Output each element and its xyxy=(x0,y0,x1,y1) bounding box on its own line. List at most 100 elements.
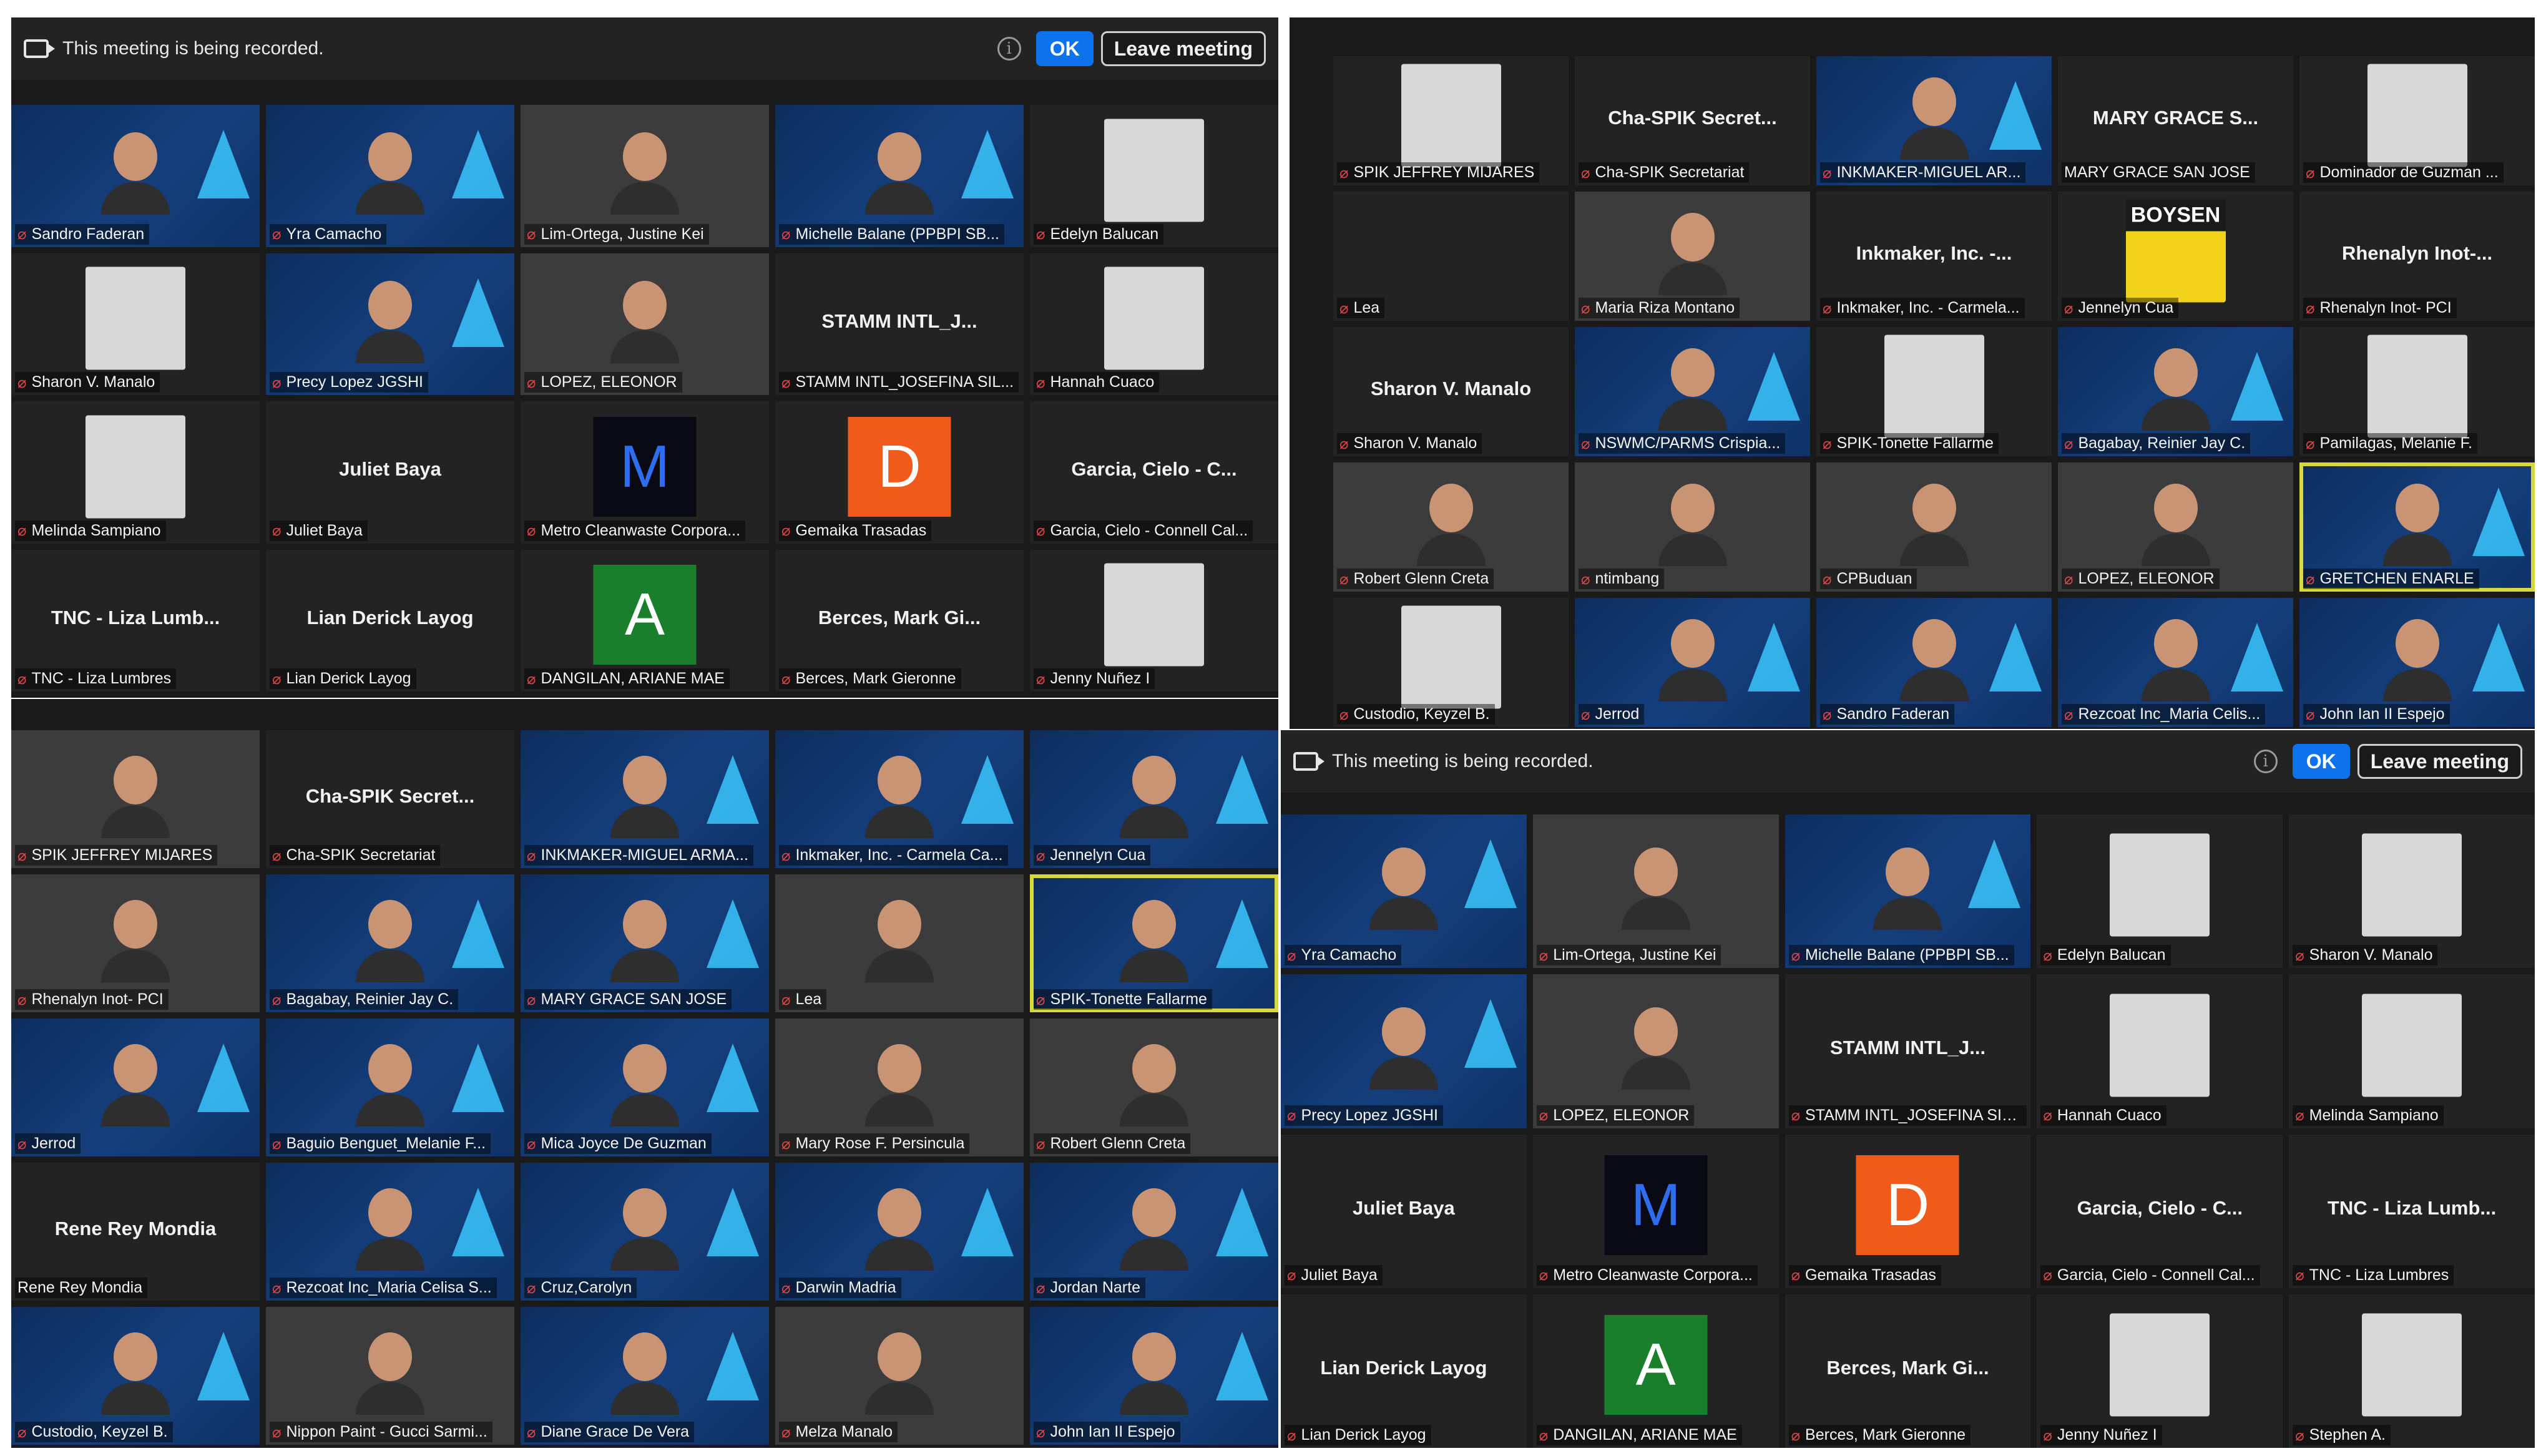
participant-tile[interactable]: A ⌀ DANGILAN, ARIANE MAE xyxy=(1532,1294,1779,1448)
participant-tile[interactable]: ⌀ GRETCHEN ENARLE xyxy=(2299,462,2535,592)
participant-tile[interactable]: ⌀ Inkmaker, Inc. - Carmela Ca... xyxy=(775,730,1024,868)
participant-tile[interactable]: Cha-SPIK Secret... ⌀ Cha-SPIK Secretariat xyxy=(1575,56,1810,185)
participant-tile[interactable]: Cha-SPIK Secret... ⌀ Cha-SPIK Secretariat xyxy=(266,730,514,868)
participant-tile[interactable]: Sharon V. Manalo ⌀ Sharon V. Manalo xyxy=(1333,327,1569,456)
participant-tile[interactable]: ⌀ Jennelyn Cua xyxy=(1030,730,1278,868)
participant-tile[interactable]: M ⌀ Metro Cleanwaste Corpora... xyxy=(521,401,769,544)
participant-tile[interactable]: ⌀ NSWMC/PARMS Crispia... xyxy=(1575,327,1810,456)
participant-tile[interactable]: ⌀ Custodio, Keyzel B. xyxy=(1333,598,1569,727)
participant-name: Rhenalyn Inot- PCI xyxy=(2319,299,2452,316)
participant-tile[interactable]: ⌀ CPBuduan xyxy=(1816,462,2052,592)
participant-tile[interactable]: STAMM INTL_J... ⌀ STAMM INTL_JOSEFINA SIL.… xyxy=(775,253,1024,395)
participant-tile[interactable]: ⌀ LOPEZ, ELEONOR xyxy=(521,253,769,395)
info-icon[interactable]: i xyxy=(997,37,1021,61)
participant-tile[interactable]: TNC - Liza Lumb... ⌀ TNC - Liza Lumbres xyxy=(11,549,260,691)
muted-mic-icon: ⌀ xyxy=(781,990,791,1009)
participant-tile[interactable]: Juliet Baya ⌀ Juliet Baya xyxy=(266,401,514,544)
participant-tile[interactable]: BOYSEN ⌀ Jennelyn Cua xyxy=(2058,192,2293,321)
participant-tile[interactable]: ⌀ Michelle Balane (PPBPI SB... xyxy=(775,105,1024,247)
participant-tile[interactable]: A ⌀ DANGILAN, ARIANE MAE xyxy=(521,549,769,691)
participant-tile[interactable]: ⌀ Rezcoat Inc_Maria Celisa S... xyxy=(266,1163,514,1301)
participant-tile[interactable]: Lian Derick Layog ⌀ Lian Derick Layog xyxy=(266,549,514,691)
participant-tile[interactable]: ⌀ Lea xyxy=(775,874,1024,1012)
participant-tile[interactable]: ⌀ Nippon Paint - Gucci Sarmi... xyxy=(266,1307,514,1445)
participant-tile[interactable]: ⌀ Mary Rose F. Persincula xyxy=(775,1019,1024,1156)
participant-tile[interactable]: ⌀ LOPEZ, ELEONOR xyxy=(1532,974,1779,1128)
participant-tile[interactable]: ⌀ Hannah Cuaco xyxy=(2037,974,2283,1128)
participant-tile[interactable]: ⌀ SPIK-Tonette Fallarme xyxy=(1030,874,1278,1012)
participant-tile[interactable]: ⌀ INKMAKER-MIGUEL ARMA... xyxy=(521,730,769,868)
participant-tile[interactable]: ⌀ SPIK-Tonette Fallarme xyxy=(1816,327,2052,456)
participant-tile[interactable]: ⌀ INKMAKER-MIGUEL AR... xyxy=(1816,56,2052,185)
participant-tile[interactable]: D ⌀ Gemaika Trasadas xyxy=(1785,1134,2031,1288)
participant-tile[interactable]: M ⌀ Metro Cleanwaste Corpora... xyxy=(1532,1134,1779,1288)
participant-tile[interactable]: ⌀ Sandro Faderan xyxy=(1816,598,2052,727)
participant-tile[interactable]: ⌀ Baguio Benguet_Melanie F... xyxy=(266,1019,514,1156)
participant-tile[interactable]: ⌀ Yra Camacho xyxy=(1281,814,1527,969)
participant-tile[interactable]: ⌀ MARY GRACE SAN JOSE xyxy=(521,874,769,1012)
participant-name: Jenny Nuñez I xyxy=(2057,1426,2157,1444)
participant-tile[interactable]: Lian Derick Layog ⌀ Lian Derick Layog xyxy=(1281,1294,1527,1448)
participant-tile[interactable]: ⌀ Lim-Ortega, Justine Kei xyxy=(1532,814,1779,969)
participant-tile[interactable]: ⌀ Jenny Nuñez I xyxy=(2037,1294,2283,1448)
participant-tile[interactable]: ⌀ John Ian II Espejo xyxy=(1030,1307,1278,1445)
participant-tile[interactable]: Juliet Baya ⌀ Juliet Baya xyxy=(1281,1134,1527,1288)
participant-tile[interactable]: ⌀ Stephen A. xyxy=(2289,1294,2535,1448)
info-icon[interactable]: i xyxy=(2253,750,2278,773)
participant-tile[interactable]: ⌀ Jenny Nuñez I xyxy=(1030,549,1278,691)
participant-tile[interactable]: ⌀ Jerrod xyxy=(11,1019,260,1156)
participant-tile[interactable]: Rene Rey Mondia Rene Rey Mondia xyxy=(11,1163,260,1301)
ok-button[interactable]: OK xyxy=(2292,744,2350,779)
participant-tile[interactable]: ⌀ Pamilagas, Melanie F. xyxy=(2299,327,2535,456)
participant-tile[interactable]: ⌀ Edelyn Balucan xyxy=(2037,814,2283,969)
participant-tile[interactable]: ⌀ LOPEZ, ELEONOR xyxy=(2058,462,2293,592)
participant-tile[interactable]: ⌀ Dominador de Guzman ... xyxy=(2299,56,2535,185)
participant-tile[interactable]: Inkmaker, Inc. -... ⌀ Inkmaker, Inc. - Car… xyxy=(1816,192,2052,321)
participant-tile[interactable]: ⌀ Sharon V. Manalo xyxy=(11,253,260,395)
participant-tile[interactable]: ⌀ Michelle Balane (PPBPI SB... xyxy=(1785,814,2031,969)
participant-tile[interactable]: ⌀ Lea xyxy=(1333,192,1569,321)
participant-tile[interactable]: ⌀ SPIK JEFFREY MIJARES xyxy=(11,730,260,868)
participant-tile[interactable]: ⌀ SPIK JEFFREY MIJARES xyxy=(1333,56,1569,185)
participant-tile[interactable]: Rhenalyn Inot-... ⌀ Rhenalyn Inot- PCI xyxy=(2299,192,2535,321)
leave-meeting-button[interactable]: Leave meeting xyxy=(1100,31,1266,66)
participant-tile[interactable]: ⌀ Lim-Ortega, Justine Kei xyxy=(521,105,769,247)
participant-tile[interactable]: TNC - Liza Lumb... ⌀ TNC - Liza Lumbres xyxy=(2289,1134,2535,1288)
participant-tile[interactable]: ⌀ Custodio, Keyzel B. xyxy=(11,1307,260,1445)
participant-tile[interactable]: Berces, Mark Gi... ⌀ Berces, Mark Gieronne xyxy=(1785,1294,2031,1448)
participant-video xyxy=(1658,213,1727,296)
participant-tile[interactable]: ⌀ ntimbang xyxy=(1575,462,1810,592)
participant-tile[interactable]: ⌀ Edelyn Balucan xyxy=(1030,105,1278,247)
ok-button[interactable]: OK xyxy=(1036,31,1094,66)
participant-tile[interactable]: STAMM INTL_J... ⌀ STAMM INTL_JOSEFINA SIL.… xyxy=(1785,974,2031,1128)
participant-tile[interactable]: ⌀ Cruz,Carolyn xyxy=(521,1163,769,1301)
participant-tile[interactable]: ⌀ Sharon V. Manalo xyxy=(2289,814,2535,969)
participant-tile[interactable]: ⌀ Diane Grace De Vera xyxy=(521,1307,769,1445)
participant-tile[interactable]: ⌀ Rezcoat Inc_Maria Celis... xyxy=(2058,598,2293,727)
participant-tile[interactable]: ⌀ Bagabay, Reinier Jay C. xyxy=(266,874,514,1012)
participant-tile[interactable]: ⌀ Mica Joyce De Guzman xyxy=(521,1019,769,1156)
leave-meeting-button[interactable]: Leave meeting xyxy=(2357,744,2522,779)
participant-tile[interactable]: ⌀ Precy Lopez JGSHI xyxy=(1281,974,1527,1128)
participant-tile[interactable]: ⌀ Yra Camacho xyxy=(266,105,514,247)
participant-tile[interactable]: ⌀ Jordan Narte xyxy=(1030,1163,1278,1301)
participant-tile[interactable]: Garcia, Cielo - C... ⌀ Garcia, Cielo - Con… xyxy=(1030,401,1278,544)
participant-tile[interactable]: ⌀ Robert Glenn Creta xyxy=(1030,1019,1278,1156)
participant-tile[interactable]: ⌀ Robert Glenn Creta xyxy=(1333,462,1569,592)
participant-tile[interactable]: D ⌀ Gemaika Trasadas xyxy=(775,401,1024,544)
participant-tile[interactable]: ⌀ Melinda Sampiano xyxy=(2289,974,2535,1128)
participant-tile[interactable]: ⌀ Jerrod xyxy=(1575,598,1810,727)
participant-tile[interactable]: MARY GRACE S... MARY GRACE SAN JOSE xyxy=(2058,56,2293,185)
participant-tile[interactable]: ⌀ Melinda Sampiano xyxy=(11,401,260,544)
participant-tile[interactable]: ⌀ Rhenalyn Inot- PCI xyxy=(11,874,260,1012)
participant-tile[interactable]: Berces, Mark Gi... ⌀ Berces, Mark Gieronne xyxy=(775,549,1024,691)
participant-tile[interactable]: ⌀ Hannah Cuaco xyxy=(1030,253,1278,395)
participant-tile[interactable]: Garcia, Cielo - C... ⌀ Garcia, Cielo - Con… xyxy=(2037,1134,2283,1288)
participant-tile[interactable]: ⌀ John Ian II Espejo xyxy=(2299,598,2535,727)
participant-tile[interactable]: ⌀ Sandro Faderan xyxy=(11,105,260,247)
participant-tile[interactable]: ⌀ Melza Manalo xyxy=(775,1307,1024,1445)
participant-tile[interactable]: ⌀ Maria Riza Montano xyxy=(1575,192,1810,321)
participant-tile[interactable]: ⌀ Bagabay, Reinier Jay C. xyxy=(2058,327,2293,456)
participant-tile[interactable]: ⌀ Darwin Madria xyxy=(775,1163,1024,1301)
participant-tile[interactable]: ⌀ Precy Lopez JGSHI xyxy=(266,253,514,395)
